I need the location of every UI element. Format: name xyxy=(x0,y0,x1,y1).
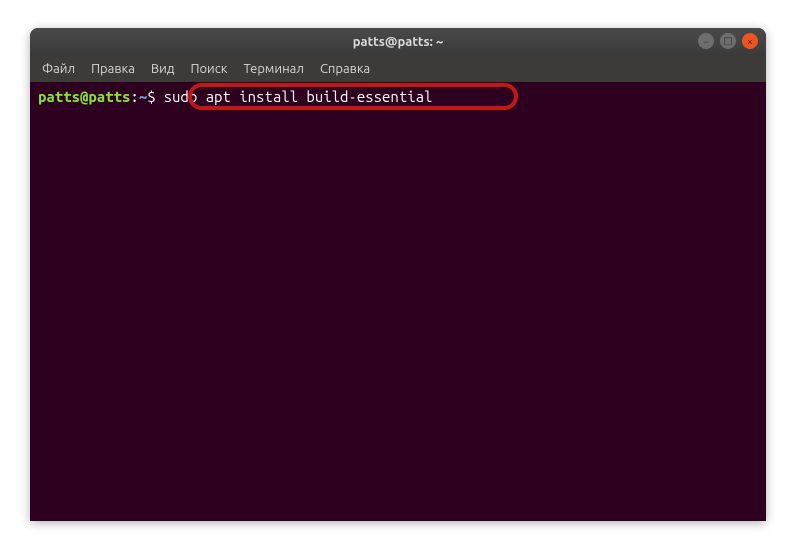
window-controls: − □ × xyxy=(698,33,758,49)
window-title: patts@patts: ~ xyxy=(353,35,444,49)
menu-help[interactable]: Справка xyxy=(312,58,378,80)
menubar: Файл Правка Вид Поиск Терминал Справка xyxy=(30,56,766,82)
minimize-button[interactable]: − xyxy=(698,33,714,49)
prompt-dollar: $ xyxy=(147,86,155,107)
menu-view[interactable]: Вид xyxy=(143,58,183,80)
close-icon: × xyxy=(747,36,753,47)
prompt-line: patts@patts:~$ sudo apt install build-ess… xyxy=(38,86,758,107)
close-button[interactable]: × xyxy=(742,33,758,49)
maximize-icon: □ xyxy=(723,35,732,47)
prompt-path: ~ xyxy=(139,86,147,107)
minimize-icon: − xyxy=(703,36,709,47)
prompt-user-host: patts@patts xyxy=(38,86,130,107)
terminal-window: patts@patts: ~ − □ × Файл Правка Вид Пои… xyxy=(30,28,766,521)
prompt-colon: : xyxy=(130,86,138,107)
menu-file[interactable]: Файл xyxy=(34,58,83,80)
menu-search[interactable]: Поиск xyxy=(182,58,235,80)
menu-edit[interactable]: Правка xyxy=(83,58,143,80)
titlebar[interactable]: patts@patts: ~ − □ × xyxy=(30,28,766,56)
menu-terminal[interactable]: Терминал xyxy=(235,58,311,80)
maximize-button[interactable]: □ xyxy=(720,33,736,49)
command-text: sudo apt install build-essential xyxy=(164,86,433,107)
terminal-content[interactable]: patts@patts:~$ sudo apt install build-ess… xyxy=(30,82,766,111)
